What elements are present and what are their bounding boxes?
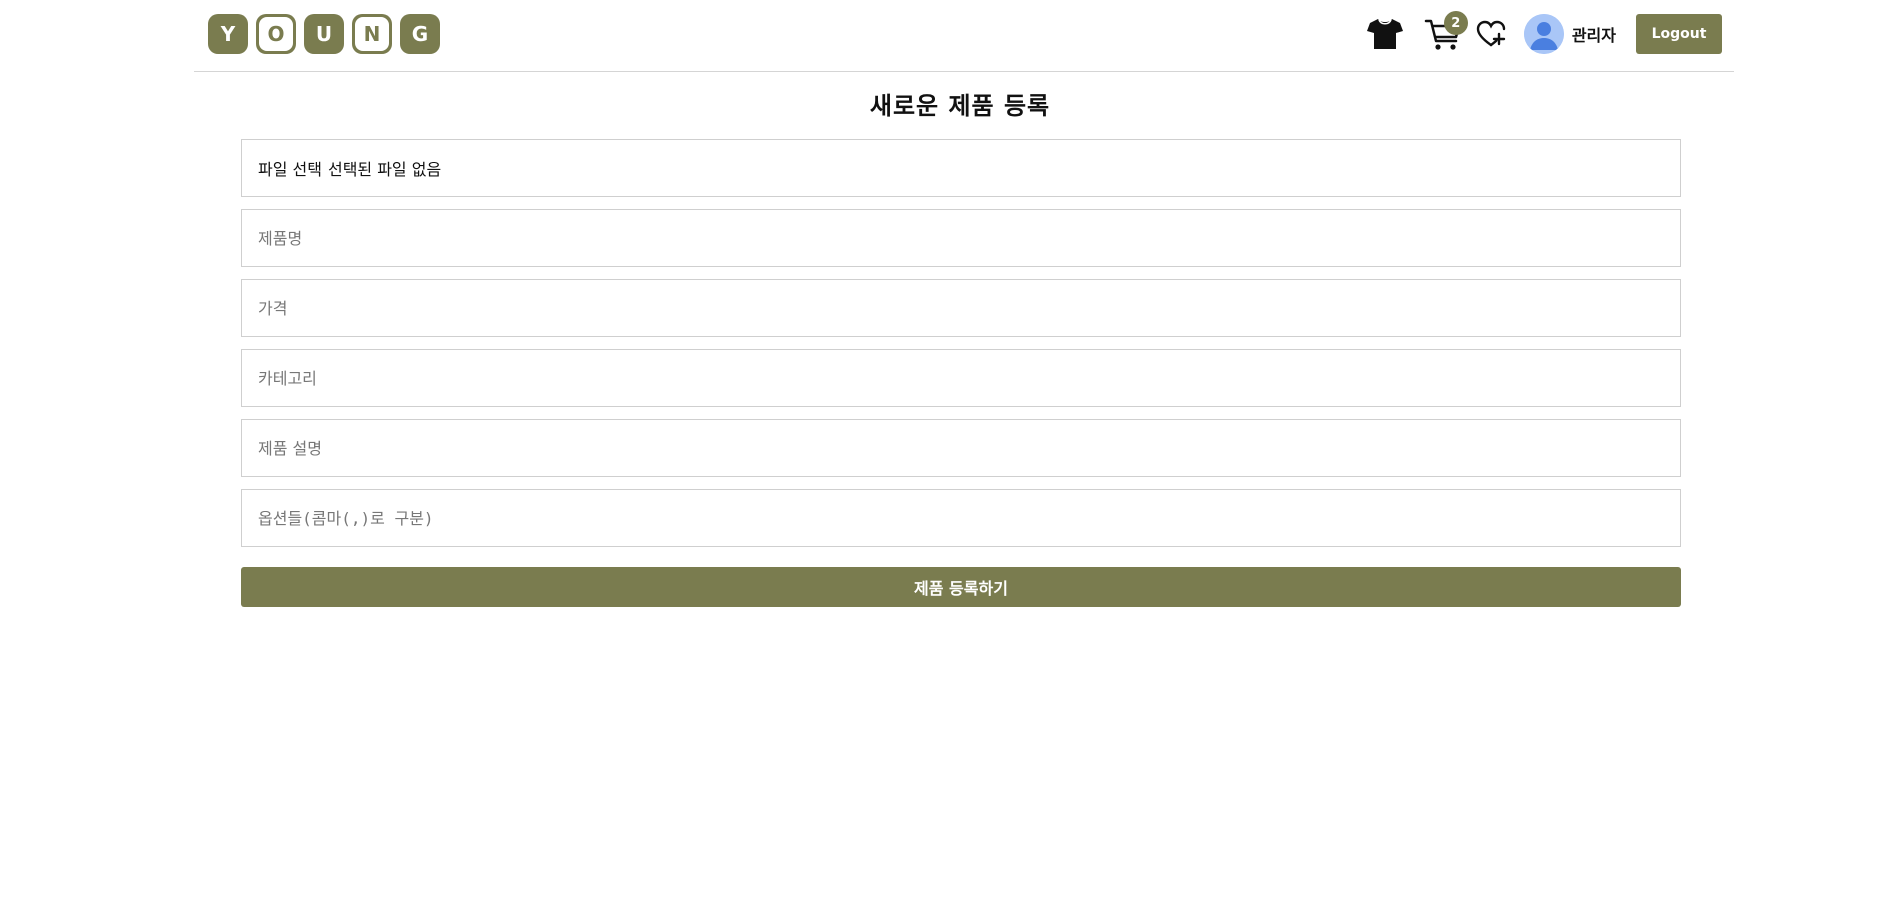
- logo-tile-u: U: [304, 14, 344, 54]
- product-name-input[interactable]: [258, 228, 1664, 248]
- logo-tile-y: Y: [208, 14, 248, 54]
- header-actions: 2 관리자 Logout: [1366, 11, 1722, 54]
- options-input[interactable]: [258, 508, 1664, 528]
- cart-button[interactable]: 2: [1424, 11, 1468, 53]
- price-field-wrap: [241, 279, 1681, 337]
- new-product-form: 파일 선택 선택된 파일 없음 제품 등록하기: [241, 139, 1681, 607]
- cart-count-badge: 2: [1443, 11, 1468, 35]
- description-input[interactable]: [258, 438, 1664, 458]
- file-upload-field[interactable]: 파일 선택 선택된 파일 없음: [241, 139, 1681, 197]
- logo-tile-n: N: [352, 14, 392, 54]
- logo-tile-g: G: [400, 14, 440, 54]
- price-input[interactable]: [258, 298, 1664, 318]
- logo-tile-o: O: [256, 14, 296, 54]
- site-header: Y O U N G 2 관리자 Logout: [194, 0, 1734, 72]
- page-title: 새로운 제품 등록: [869, 92, 1051, 120]
- user-avatar-icon[interactable]: [1523, 14, 1564, 54]
- young-logo[interactable]: Y O U N G: [208, 14, 440, 54]
- heart-plus-icon[interactable]: [1476, 20, 1506, 48]
- options-field-wrap: [241, 489, 1681, 547]
- file-status-text: 선택된 파일 없음: [327, 160, 442, 179]
- logout-button[interactable]: Logout: [1636, 14, 1722, 54]
- category-field-wrap: [241, 349, 1681, 407]
- product-name-field-wrap: [241, 209, 1681, 267]
- register-product-button[interactable]: 제품 등록하기: [241, 567, 1681, 607]
- user-name[interactable]: 관리자: [1572, 22, 1616, 46]
- file-select-button[interactable]: 파일 선택: [258, 156, 322, 180]
- category-input[interactable]: [258, 368, 1664, 388]
- shirt-icon[interactable]: [1366, 17, 1404, 51]
- description-field-wrap: [241, 419, 1681, 477]
